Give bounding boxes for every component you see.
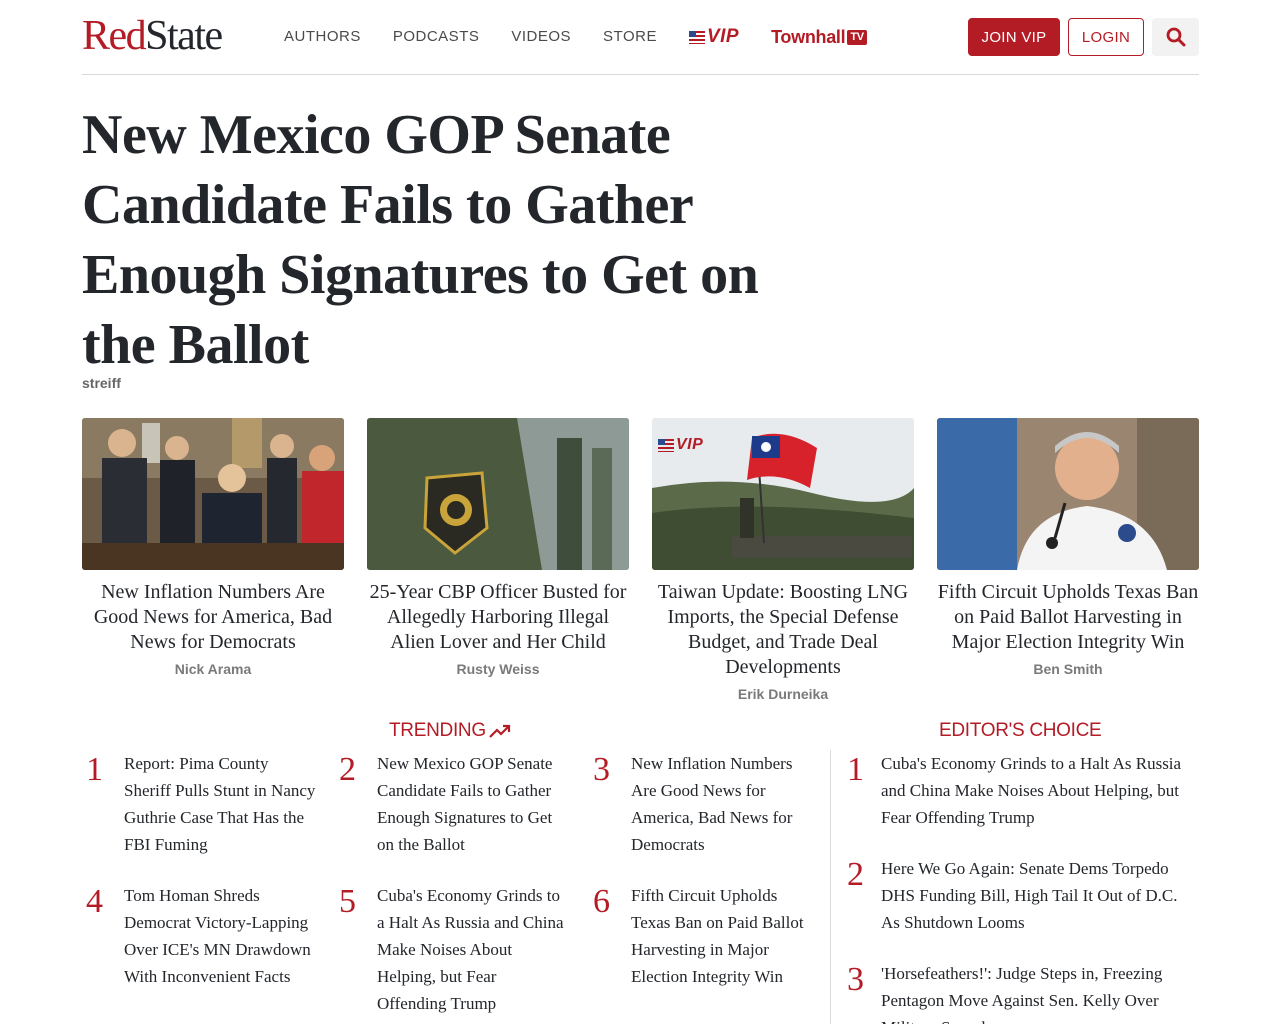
story-image[interactable] [937, 418, 1199, 570]
nav-videos[interactable]: VIDEOS [511, 27, 571, 47]
trending-rank: 5 [339, 883, 356, 920]
nav-authors[interactable]: AUTHORS [284, 27, 361, 47]
nav-townhall-tv[interactable]: Townhall TV [771, 27, 867, 48]
story-image[interactable]: VIP [652, 418, 914, 570]
editors-choice-rank: 1 [847, 751, 864, 788]
trending-rank: 2 [339, 751, 356, 788]
tv-badge: TV [847, 29, 867, 45]
story-title[interactable]: Taiwan Update: Boosting LNG Imports, the… [652, 580, 914, 680]
editors-choice-rank: 2 [847, 856, 864, 893]
editors-choice-heading-label: EDITOR'S CHOICE [939, 720, 1102, 741]
townhall-label: Townhall [771, 26, 846, 47]
login-button[interactable]: LOGIN [1068, 18, 1144, 56]
trending-title[interactable]: Fifth Circuit Upholds Texas Ban on Paid … [631, 882, 818, 990]
us-flag-icon [658, 438, 674, 452]
main-nav: AUTHORS PODCASTS VIDEOS STORE VIP Townha… [284, 26, 867, 48]
story-author[interactable]: Erik Durneika [652, 686, 914, 702]
editors-choice-item[interactable]: 3 'Horsefeathers!': Judge Steps in, Free… [847, 960, 1199, 1024]
story-author[interactable]: Ben Smith [937, 661, 1199, 677]
trending-item[interactable]: 3 New Inflation Numbers Are Good News fo… [593, 750, 818, 858]
nav-vip[interactable]: VIP [688, 26, 740, 48]
trending-rank: 6 [593, 883, 610, 920]
trending-item[interactable]: 6 Fifth Circuit Upholds Texas Ban on Pai… [593, 882, 818, 990]
story-image[interactable] [82, 418, 344, 570]
nav-store[interactable]: STORE [603, 27, 657, 47]
trending-heading: TRENDING [389, 720, 511, 742]
trending-item[interactable]: 5 Cuba's Economy Grinds to a Halt As Rus… [339, 882, 569, 1017]
logo-dark-text: State [145, 13, 223, 59]
trending-title[interactable]: Cuba's Economy Grinds to a Halt As Russi… [377, 882, 569, 1017]
trending-heading-label: TRENDING [389, 720, 486, 741]
logo-red-text: Red [82, 13, 147, 59]
article-headline[interactable]: New Mexico GOP Senate Candidate Fails to… [82, 100, 802, 380]
site-header: RedState AUTHORS PODCASTS VIDEOS STORE V… [82, 0, 1199, 75]
search-button[interactable] [1152, 18, 1199, 56]
trending-title[interactable]: New Mexico GOP Senate Candidate Fails to… [377, 750, 569, 858]
story-author[interactable]: Nick Arama [82, 661, 344, 677]
search-icon [1166, 27, 1185, 47]
trending-up-icon [489, 724, 510, 738]
trending-rank: 1 [86, 751, 103, 788]
vip-badge: VIP [658, 436, 703, 454]
story-author[interactable]: Rusty Weiss [367, 661, 629, 677]
nav-podcasts[interactable]: PODCASTS [393, 27, 480, 47]
story-card[interactable]: New Inflation Numbers Are Good News for … [82, 418, 344, 677]
trending-item[interactable]: 4 Tom Homan Shreds Democrat Victory-Lapp… [86, 882, 316, 990]
join-vip-button[interactable]: JOIN VIP [968, 18, 1060, 56]
editors-choice-title[interactable]: 'Horsefeathers!': Judge Steps in, Freezi… [881, 960, 1199, 1024]
story-card[interactable]: 25-Year CBP Officer Busted for Allegedly… [367, 418, 629, 677]
editors-choice-heading: EDITOR'S CHOICE [939, 720, 1102, 742]
section-divider [830, 750, 831, 1024]
editors-choice-rank: 3 [847, 961, 864, 998]
editors-choice-title[interactable]: Here We Go Again: Senate Dems Torpedo DH… [881, 855, 1199, 936]
article-byline[interactable]: streiff [82, 375, 121, 391]
story-title[interactable]: 25-Year CBP Officer Busted for Allegedly… [367, 580, 629, 655]
nav-vip-label: VIP [706, 26, 740, 47]
trending-rank: 4 [86, 883, 103, 920]
vip-badge-label: VIP [676, 436, 704, 453]
trending-title[interactable]: Report: Pima County Sheriff Pulls Stunt … [124, 750, 316, 858]
story-card[interactable]: VIP Taiwan Update: Boosting LNG Imports,… [652, 418, 914, 702]
us-flag-icon [688, 30, 705, 44]
trending-item[interactable]: 2 New Mexico GOP Senate Candidate Fails … [339, 750, 569, 858]
trending-title[interactable]: Tom Homan Shreds Democrat Victory-Lappin… [124, 882, 316, 990]
trending-item[interactable]: 1 Report: Pima County Sheriff Pulls Stun… [86, 750, 316, 858]
site-logo[interactable]: RedState [82, 13, 223, 59]
story-image[interactable] [367, 418, 629, 570]
trending-title[interactable]: New Inflation Numbers Are Good News for … [631, 750, 816, 858]
trending-rank: 3 [593, 751, 610, 788]
story-title[interactable]: Fifth Circuit Upholds Texas Ban on Paid … [937, 580, 1199, 655]
editors-choice-item[interactable]: 1 Cuba's Economy Grinds to a Halt As Rus… [847, 750, 1199, 831]
story-card[interactable]: Fifth Circuit Upholds Texas Ban on Paid … [937, 418, 1199, 677]
editors-choice-item[interactable]: 2 Here We Go Again: Senate Dems Torpedo … [847, 855, 1199, 936]
editors-choice-title[interactable]: Cuba's Economy Grinds to a Halt As Russi… [881, 750, 1199, 831]
story-title[interactable]: New Inflation Numbers Are Good News for … [82, 580, 344, 655]
